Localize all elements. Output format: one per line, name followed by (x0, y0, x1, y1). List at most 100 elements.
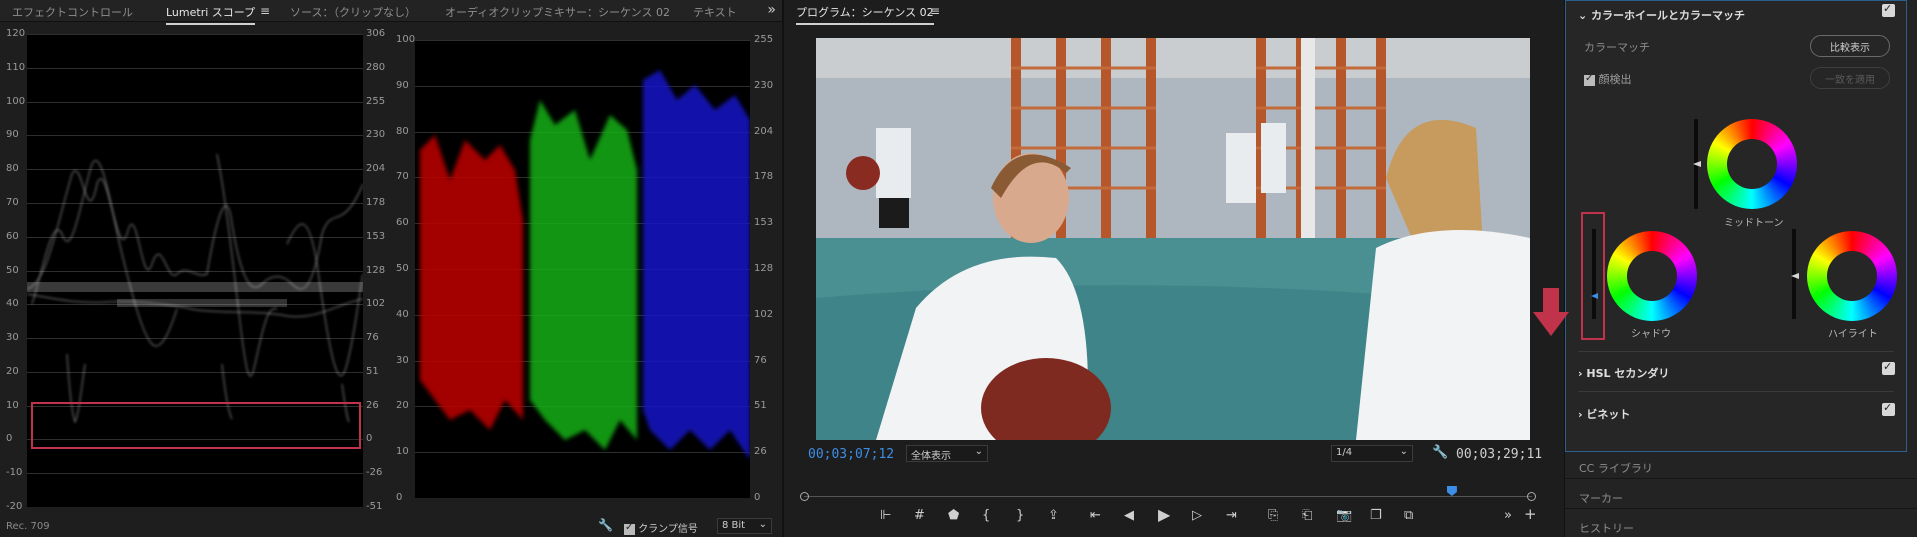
chevron-down-icon: ⌄ (974, 446, 983, 457)
overwrite-icon[interactable]: ⎗ (1302, 508, 1312, 523)
play-icon[interactable]: ▶ (1158, 505, 1170, 524)
panel-menu-icon[interactable]: ≡ (260, 4, 270, 18)
axis-tick-label: 102 (366, 298, 386, 310)
rgb-parade-trace (420, 70, 750, 460)
tab-lumetri-scopes[interactable]: Lumetri スコープ (166, 4, 256, 25)
multicam-icon[interactable]: ⧉ (1404, 508, 1413, 523)
insert-icon[interactable]: ⎘ (1268, 508, 1278, 523)
chevron-down-icon: ⌄ (1399, 446, 1408, 457)
tab-history[interactable]: ヒストリー (1579, 520, 1634, 536)
vignette-header[interactable]: › ビネット (1578, 406, 1630, 422)
shadows-wheel[interactable] (1607, 231, 1697, 321)
camera-icon[interactable]: 📷 (1336, 508, 1352, 523)
go-to-out-icon[interactable]: ⇥ (1226, 508, 1237, 523)
axis-tick-label: 60 (6, 230, 19, 242)
settings-wrench-icon[interactable]: 🔧 (1432, 445, 1448, 460)
axis-tick-label: 100 (396, 34, 416, 45)
tab-audio-clip-mixer[interactable]: オーディオクリップミキサー：シーケンス 02 (445, 4, 670, 20)
duration-timecode: 00;03;29;11 (1456, 447, 1543, 462)
video-frame[interactable] (816, 38, 1530, 440)
program-menu-icon[interactable]: ≡ (930, 4, 940, 18)
more-controls-icon[interactable]: » (1504, 508, 1512, 523)
panel-divider (1565, 508, 1917, 509)
video-scene (816, 38, 1530, 440)
resolution-value: 1/4 (1336, 447, 1353, 458)
zoom-select[interactable]: 全体表示 ⌄ (906, 445, 988, 462)
mark-out-icon[interactable]: } (1016, 508, 1024, 523)
playhead[interactable] (1446, 486, 1457, 496)
section-enable-checkbox[interactable] (1882, 2, 1895, 17)
marker-in-icon[interactable]: ⊩ (880, 508, 891, 523)
in-point-handle[interactable] (800, 492, 809, 501)
axis-tick-label: 51 (366, 365, 379, 377)
section-header[interactable]: ⌄ カラーホイールとカラーマッチ (1578, 7, 1745, 23)
tab-markers[interactable]: マーカー (1579, 490, 1623, 506)
axis-tick-label: 50 (6, 264, 19, 276)
timeline-ruler[interactable] (800, 486, 1536, 502)
add-marker-icon[interactable]: ⬟ (948, 508, 959, 523)
axis-tick-label: 100 (6, 95, 26, 107)
hsl-secondary-checkbox[interactable] (1882, 360, 1895, 375)
hsl-secondary-header[interactable]: › HSL セカンダリ (1578, 365, 1669, 381)
axis-tick-label: 30 (6, 332, 19, 344)
vignette-label: ビネット (1586, 408, 1631, 421)
axis-tick-label: 70 (396, 171, 409, 183)
axis-tick-label: -51 (366, 501, 383, 512)
tab-cc-libraries[interactable]: CC ライブラリ (1579, 460, 1653, 476)
clamp-signal-checkbox[interactable]: クランプ信号 (624, 520, 698, 535)
color-match-label: カラーマッチ (1584, 41, 1650, 54)
tab-text[interactable]: テキスト (693, 4, 737, 20)
chevron-right-icon: › (1578, 367, 1583, 380)
step-forward-icon[interactable]: ▷ (1192, 508, 1202, 523)
highlights-slider[interactable] (1792, 229, 1796, 319)
chevron-down-icon: ⌄ (758, 519, 767, 530)
left-tab-bar: エフェクトコントロール Lumetri スコープ ≡ ソース：（クリップなし） … (0, 0, 782, 25)
zoom-value: 全体表示 (911, 451, 951, 462)
wrench-icon[interactable]: 🔧 (598, 518, 613, 532)
axis-tick-label: 280 (366, 61, 386, 73)
axis-tick-label: 204 (366, 163, 386, 175)
axis-tick-label: -26 (366, 467, 383, 479)
lift-icon[interactable]: ⇪ (1048, 508, 1059, 523)
face-detect-checkbox[interactable]: 顔検出 (1584, 71, 1632, 87)
axis-tick-label: 204 (754, 125, 774, 137)
program-monitor-title[interactable]: プログラム：シーケンス 02 (796, 4, 934, 25)
shadow-highlight-box (31, 402, 361, 449)
add-button-icon[interactable]: + (1524, 505, 1537, 523)
axis-tick-label: 40 (6, 298, 19, 310)
compare-view-icon[interactable]: ❐ (1370, 508, 1382, 523)
compare-view-button[interactable]: 比較表示 (1810, 35, 1890, 57)
axis-tick-label: 102 (754, 308, 774, 320)
tab-source[interactable]: ソース：（クリップなし） (290, 4, 416, 20)
grid-icon[interactable]: # (914, 508, 925, 523)
axis-tick-label: 178 (366, 196, 386, 208)
more-tabs-icon[interactable]: » (767, 2, 776, 18)
axis-tick-label: 40 (396, 308, 409, 320)
clamp-check-icon (624, 522, 635, 535)
step-back-icon[interactable]: ◀ (1124, 508, 1134, 523)
go-to-in-icon[interactable]: ⇤ (1090, 508, 1101, 523)
bit-depth-select[interactable]: 8 Bit ⌄ (717, 518, 772, 534)
axis-tick-label: 30 (396, 354, 409, 366)
hsl-secondary-label: HSL セカンダリ (1586, 367, 1670, 380)
lumetri-color-frame: ⌄ カラーホイールとカラーマッチ カラーマッチ 比較表示 顔検出 一致を適用 ミ… (1565, 0, 1907, 452)
axis-tick-label: 60 (396, 217, 409, 229)
highlights-wheel[interactable] (1807, 231, 1897, 321)
tab-effect-controls[interactable]: エフェクトコントロール (12, 4, 133, 20)
resolution-select[interactable]: 1/4 ⌄ (1331, 445, 1413, 462)
vignette-checkbox[interactable] (1882, 401, 1895, 416)
lumetri-color-panel: ⌄ カラーホイールとカラーマッチ カラーマッチ 比較表示 顔検出 一致を適用 ミ… (1533, 0, 1917, 537)
axis-tick-label: 0 (754, 492, 761, 503)
midtones-wheel[interactable] (1707, 119, 1797, 209)
apply-match-button[interactable]: 一致を適用 (1810, 67, 1890, 89)
out-point-handle[interactable] (1527, 492, 1536, 501)
axis-tick-label: 0 (366, 433, 373, 445)
current-timecode[interactable]: 00;03;07;12 (808, 447, 894, 462)
axis-tick-label: 128 (754, 263, 774, 274)
mark-in-icon[interactable]: { (982, 508, 990, 523)
section-divider (1578, 351, 1894, 352)
axis-tick-label: 0 (396, 492, 403, 503)
axis-tick-label: 70 (6, 196, 19, 208)
axis-tick-label: 90 (6, 129, 19, 141)
face-detect-check-icon (1584, 73, 1595, 86)
